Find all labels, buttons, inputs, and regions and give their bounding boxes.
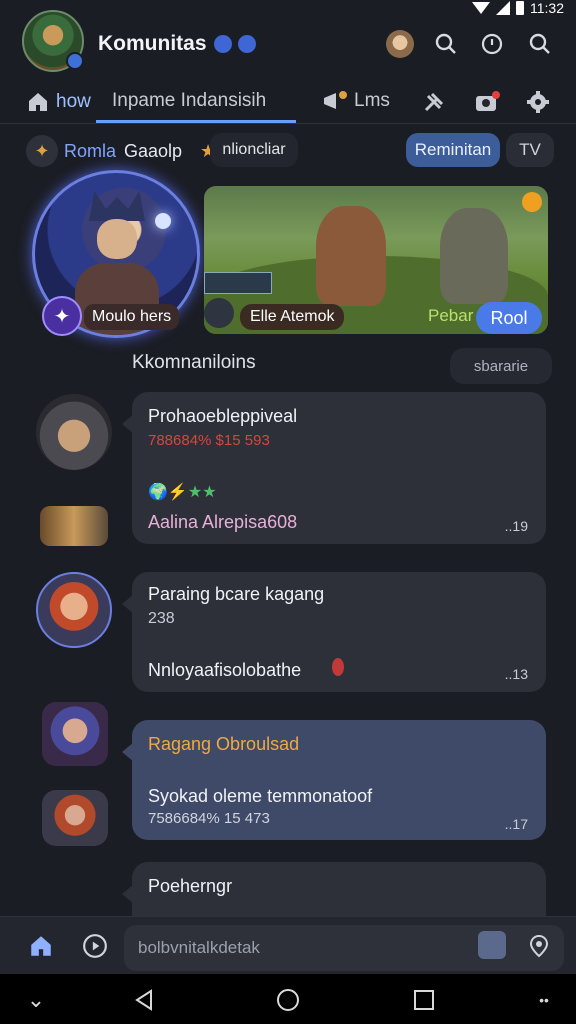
home-icon — [29, 93, 47, 111]
back-icon[interactable] — [130, 986, 158, 1014]
message-title: Ragang Obroulsad — [148, 734, 300, 754]
camera-icon — [476, 91, 500, 111]
message-avatar-secondary[interactable] — [42, 790, 108, 846]
home-icon[interactable] — [24, 929, 58, 963]
location-icon[interactable] — [522, 929, 556, 963]
active-tab-indicator — [96, 120, 296, 123]
app-header: Komunitas — [0, 10, 576, 76]
message-avatar[interactable] — [36, 572, 112, 648]
profile-avatar-icon[interactable] — [386, 30, 414, 58]
megaphone-icon — [324, 91, 347, 109]
tab-tools[interactable] — [422, 90, 446, 114]
section-title: Kkomnaniloins — [132, 352, 256, 373]
message-subtitle: Syokad oleme temmonatoof — [148, 786, 373, 806]
hero-name-label: Moulo hers — [84, 304, 180, 330]
play-icon[interactable] — [78, 929, 112, 963]
notification-dot-icon — [214, 35, 232, 53]
message-title: Poeherngr — [148, 876, 233, 896]
message-title: Prohaoebleppiveal — [148, 406, 298, 426]
message-bubble[interactable]: Paraing bcare kagang 238 Nnloyaafisoloba… — [122, 572, 546, 692]
filter-row: ✦ Romla Gaaolp ★ nlioncliar Reminitan TV — [0, 133, 576, 171]
tab-home-label: how — [56, 91, 91, 112]
gear-icon — [527, 91, 549, 113]
message-subtitle: 238 — [148, 610, 175, 627]
page-title: Komunitas — [98, 32, 207, 55]
message-subtitle: 788684% $15 593 — [148, 432, 270, 449]
message-time: ..13 — [504, 666, 528, 682]
filter-text[interactable]: Gaaolp — [124, 141, 182, 162]
message-avatar-secondary[interactable] — [40, 506, 108, 546]
tab-settings[interactable] — [526, 90, 550, 114]
message-footer: 7586684% 15 473 — [148, 810, 270, 827]
tab-bar: how Inpame Indansisih Lms — [0, 80, 576, 124]
tv-button[interactable]: TV — [506, 133, 554, 167]
message-footer: Aalina Alrepisa608 — [148, 512, 298, 532]
recents-icon[interactable] — [410, 986, 438, 1014]
timer-icon[interactable] — [480, 32, 506, 58]
verified-badge-icon — [66, 52, 84, 70]
tab-home[interactable]: how — [26, 90, 91, 114]
tab-announcements-label: Lms — [354, 90, 390, 111]
message-footer: Nnloyaafisolobathe — [148, 660, 302, 680]
rose-icon — [332, 658, 344, 676]
tab-community[interactable]: Inpame Indansisih — [112, 90, 266, 112]
message-bubble-highlighted[interactable]: Ragang Obroulsad Syokad oleme temmonatoo… — [122, 720, 546, 840]
primary-action-button[interactable]: Reminitan — [406, 133, 500, 167]
banner-action-button[interactable]: Rool — [476, 302, 542, 334]
search-icon[interactable] — [528, 32, 554, 58]
filter-label[interactable]: Romla — [64, 141, 116, 162]
chevron-down-icon[interactable]: ⌄ — [22, 986, 50, 1014]
banner-caption: Pebar — [428, 306, 474, 325]
system-navigation-bar: ⌄ •• — [0, 974, 576, 1024]
filter-chip[interactable]: nlioncliar — [210, 133, 298, 167]
composer-bar: bolbvnitalkdetak — [0, 916, 576, 974]
message-avatar[interactable] — [36, 394, 112, 470]
message-time: ..17 — [504, 816, 528, 832]
reaction-icons: 🌍⚡★★ — [148, 484, 217, 501]
hero-class-icon: ✦ — [42, 296, 82, 336]
search-icon[interactable] — [434, 32, 460, 58]
more-icon[interactable]: •• — [530, 986, 558, 1014]
tools-icon — [424, 92, 444, 112]
game-hud-thumbnail — [204, 272, 272, 294]
home-button-icon[interactable] — [274, 986, 302, 1014]
banner-avatar — [204, 298, 234, 328]
banner-label: Elle Atemok — [240, 304, 345, 330]
flame-icon[interactable]: ✦ — [26, 135, 58, 167]
tab-community-label: Inpame Indansisih — [112, 90, 267, 111]
message-time: ..19 — [504, 518, 528, 534]
message-title: Paraing bcare kagang — [148, 584, 325, 604]
message-bubble[interactable]: Prohaoebleppiveal 788684% $15 593 🌍⚡★★ A… — [122, 392, 546, 544]
message-avatar[interactable] — [42, 702, 108, 766]
tab-camera[interactable] — [474, 90, 500, 114]
sticker-icon[interactable] — [478, 931, 506, 959]
coin-icon — [522, 192, 542, 212]
tab-announcements[interactable]: Lms — [322, 90, 390, 112]
community-avatar[interactable] — [22, 10, 84, 72]
section-filter-button[interactable]: sbararie — [450, 348, 552, 384]
verified-icon — [238, 35, 256, 53]
